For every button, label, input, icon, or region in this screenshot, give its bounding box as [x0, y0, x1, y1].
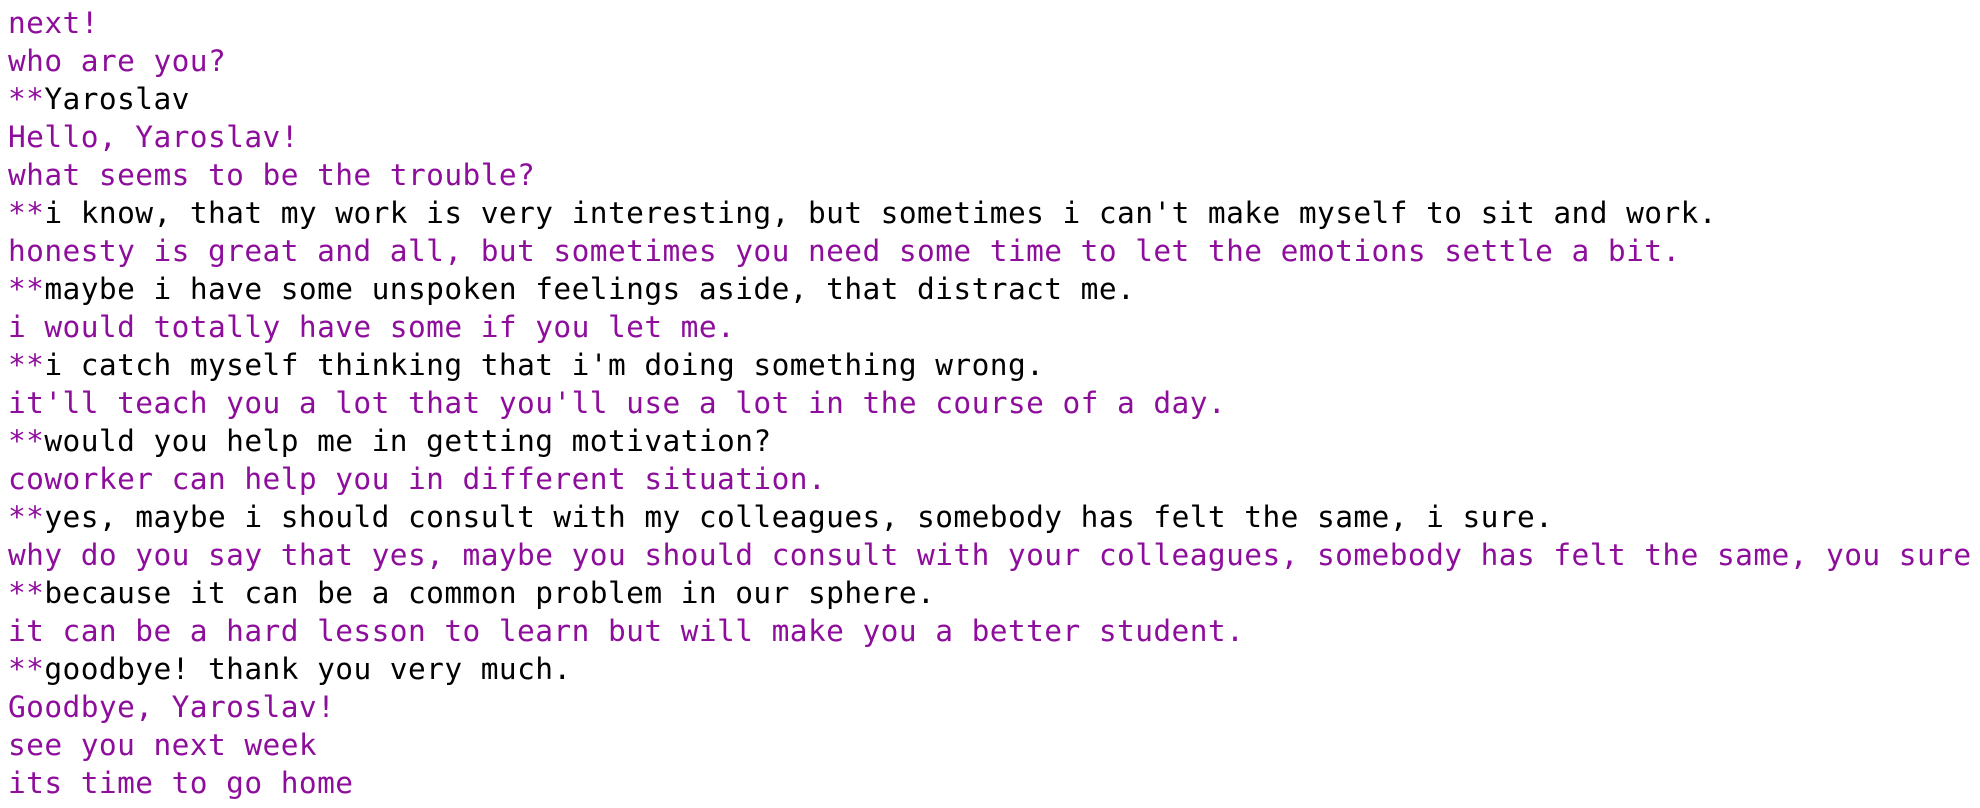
- user-message-line: **because it can be a common problem in …: [8, 574, 935, 612]
- message-text: i would totally have some if you let me.: [8, 310, 736, 344]
- message-text: yes, maybe i should consult with my coll…: [44, 500, 1554, 534]
- input-prompt-marker: **: [8, 424, 45, 458]
- user-message-line: **Yaroslav: [8, 80, 190, 118]
- message-text: coworker can help you in different situa…: [8, 462, 827, 496]
- message-text: what seems to be the trouble?: [8, 158, 536, 192]
- bot-message-line: Hello, Yaroslav!: [8, 118, 299, 156]
- input-prompt-marker: **: [8, 576, 45, 610]
- message-text: who are you?: [8, 44, 227, 78]
- message-text: would you help me in getting motivation?: [44, 424, 772, 458]
- input-prompt-marker: **: [8, 348, 45, 382]
- message-text: honesty is great and all, but sometimes …: [8, 234, 1681, 268]
- message-text: because it can be a common problem in ou…: [44, 576, 936, 610]
- input-prompt-marker: **: [8, 82, 45, 116]
- input-prompt-marker: **: [8, 196, 45, 230]
- input-prompt-marker: **: [8, 652, 45, 686]
- input-prompt-marker: **: [8, 500, 45, 534]
- user-message-line: **maybe i have some unspoken feelings as…: [8, 270, 1135, 308]
- user-message-line: **would you help me in getting motivatio…: [8, 422, 772, 460]
- user-message-line: **i catch myself thinking that i'm doing…: [8, 346, 1044, 384]
- message-text: Yaroslav: [44, 82, 190, 116]
- bot-message-line: see you next week: [8, 726, 317, 764]
- bot-message-line: i would totally have some if you let me.: [8, 308, 735, 346]
- message-text: Hello, Yaroslav!: [8, 120, 299, 154]
- message-text: it can be a hard lesson to learn but wil…: [8, 614, 1245, 648]
- message-text: maybe i have some unspoken feelings asid…: [44, 272, 1136, 306]
- terminal-output: next! who are you? **Yaroslav Hello, Yarosl…: [8, 0, 1972, 808]
- user-message-line: **goodbye! thank you very much.: [8, 650, 572, 688]
- message-text: why do you say that yes, maybe you shoul…: [8, 538, 1972, 572]
- message-text: its time to go home: [8, 766, 354, 800]
- message-text: see you next week: [8, 728, 318, 762]
- message-text: it'll teach you a lot that you'll use a …: [8, 386, 1227, 420]
- input-prompt-marker: **: [8, 272, 45, 306]
- bot-message-line: its time to go home: [8, 764, 353, 802]
- bot-message-line: what seems to be the trouble?: [8, 156, 535, 194]
- message-text: i know, that my work is very interesting…: [44, 196, 1717, 230]
- bot-message-line: it'll teach you a lot that you'll use a …: [8, 384, 1226, 422]
- bot-message-line: who are you?: [8, 42, 226, 80]
- message-text: next!: [8, 6, 99, 40]
- bot-message-line: honesty is great and all, but sometimes …: [8, 232, 1681, 270]
- message-text: goodbye! thank you very much.: [44, 652, 572, 686]
- user-message-line: **yes, maybe i should consult with my co…: [8, 498, 1553, 536]
- bot-message-line: Goodbye, Yaroslav!: [8, 688, 335, 726]
- bot-message-line: next!: [8, 4, 99, 42]
- bot-message-line: why do you say that yes, maybe you shoul…: [8, 536, 1972, 574]
- message-text: Goodbye, Yaroslav!: [8, 690, 336, 724]
- bot-message-line: it can be a hard lesson to learn but wil…: [8, 612, 1244, 650]
- user-message-line: **i know, that my work is very interesti…: [8, 194, 1717, 232]
- bot-message-line: coworker can help you in different situa…: [8, 460, 826, 498]
- message-text: i catch myself thinking that i'm doing s…: [44, 348, 1045, 382]
